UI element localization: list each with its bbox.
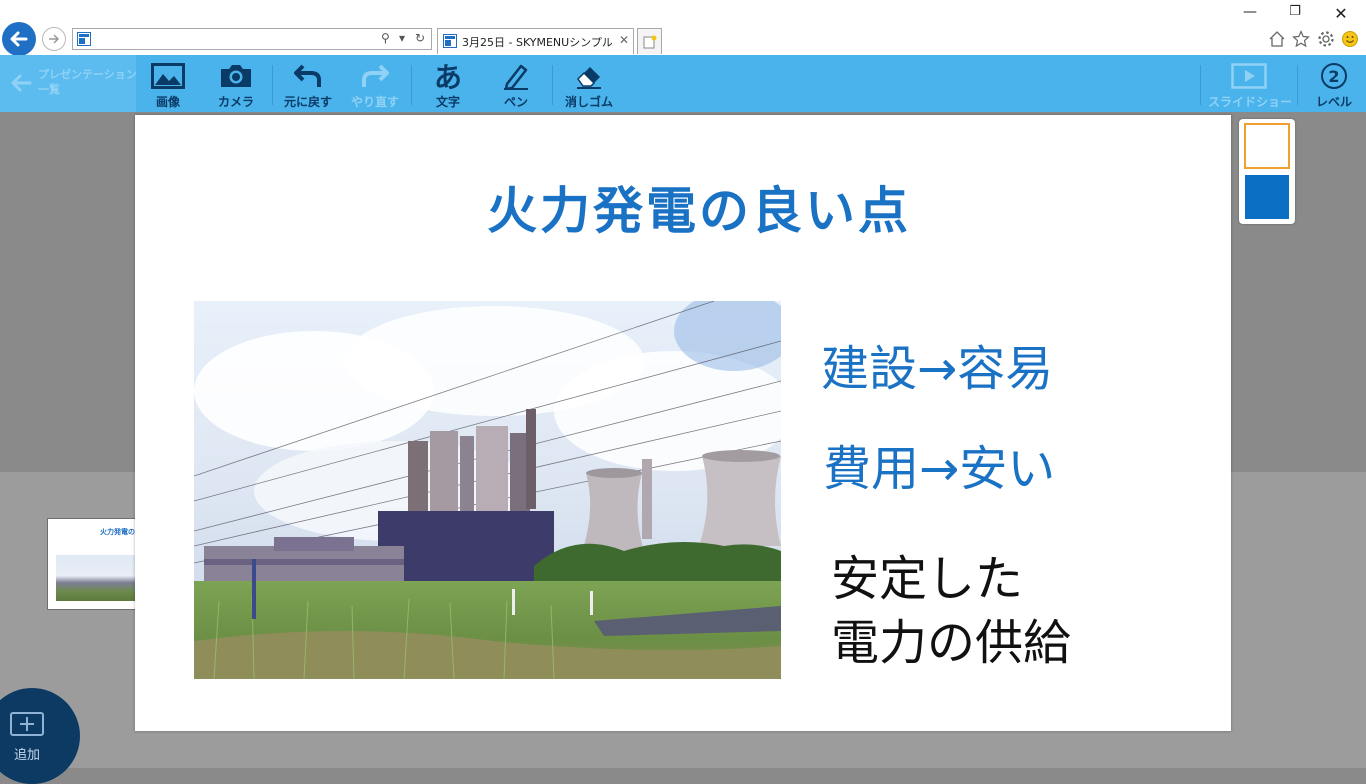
browser-chrome: ⚲ ▾ ↻ 3月25日 - SKYMENUシンプル... ✕ — ❐ ✕ <box>0 0 1366 56</box>
undo-button[interactable]: 元に戻す <box>280 55 336 112</box>
level-button[interactable]: 2 レベル <box>1305 55 1363 112</box>
image-icon <box>151 63 185 89</box>
slide-title[interactable]: 火力発電の良い点 <box>135 171 1263 243</box>
point-cost[interactable]: 費用→安い <box>823 429 1055 499</box>
color-swatch-blue[interactable] <box>1245 175 1289 219</box>
text-icon: あ <box>433 61 462 94</box>
tab-close-icon[interactable]: ✕ <box>619 33 629 47</box>
eraser-label: 消しゴム <box>564 95 613 109</box>
new-tab-button[interactable] <box>637 28 662 54</box>
search-icon[interactable]: ⚲ <box>381 31 390 45</box>
pen-button[interactable]: ペン <box>488 55 544 112</box>
toolbar-divider <box>411 65 412 105</box>
app-toolbar: プレゼンテーション 一覧 画像 カメラ 元に戻す やり直す あ 文字 ペン 消し… <box>0 55 1366 112</box>
presentation-list-button[interactable]: プレゼンテーション 一覧 <box>0 55 137 112</box>
forward-arrow-icon <box>49 34 60 44</box>
slide-thumbnail-1[interactable]: 火力発電の <box>47 518 147 610</box>
camera-button[interactable]: カメラ <box>207 55 265 112</box>
tab-title: 3月25日 - SKYMENUシンプル... <box>462 36 612 49</box>
power-plant-image <box>194 301 781 679</box>
undo-label: 元に戻す <box>283 95 332 109</box>
pen-icon <box>504 64 528 90</box>
text-button[interactable]: あ 文字 <box>420 55 476 112</box>
eraser-button[interactable]: 消しゴム <box>560 55 618 112</box>
settings-gear-icon[interactable] <box>1316 29 1336 49</box>
slideshow-play-icon <box>1231 63 1267 89</box>
toolbar-divider <box>552 65 553 105</box>
slideshow-button[interactable]: スライドショー <box>1208 55 1293 112</box>
toolbar-divider <box>272 65 273 105</box>
presentation-list-label: プレゼンテーション 一覧 <box>38 68 137 96</box>
toolbar-divider <box>1297 65 1298 105</box>
camera-icon <box>221 65 251 87</box>
color-palette <box>1239 119 1295 224</box>
image-label: 画像 <box>155 95 180 109</box>
redo-label: やり直す <box>350 95 399 109</box>
thumbnail-title: 火力発電の <box>100 528 135 536</box>
back-arrow-icon <box>10 31 28 47</box>
point-stable-supply[interactable]: 安定した 電力の供給 <box>831 547 1071 675</box>
toolbar-divider <box>1200 65 1201 105</box>
add-icon <box>10 712 44 736</box>
redo-icon <box>362 64 389 87</box>
level-label: レベル <box>1315 95 1352 109</box>
redo-button[interactable]: やり直す <box>347 55 403 112</box>
pen-label: ペン <box>503 95 528 109</box>
refresh-icon[interactable]: ↻ <box>415 31 425 45</box>
slide-canvas[interactable]: 火力発電の良い点 建設→容易 費用→安い 安定した 電力の供給 <box>135 115 1231 731</box>
image-button[interactable]: 画像 <box>140 55 196 112</box>
address-bar[interactable]: ⚲ ▾ ↻ <box>72 28 432 50</box>
browser-tab-active[interactable]: 3月25日 - SKYMENUシンプル... ✕ <box>437 28 634 54</box>
close-icon[interactable]: ✕ <box>1331 4 1351 23</box>
thermal-power-plant-photo[interactable] <box>194 301 781 679</box>
slideshow-label: スライドショー <box>1208 95 1293 109</box>
browser-back-button[interactable] <box>2 22 36 56</box>
undo-icon <box>294 64 321 87</box>
home-icon[interactable] <box>1267 29 1287 49</box>
point-construction[interactable]: 建設→容易 <box>821 329 1053 399</box>
tab-favicon-icon <box>443 34 457 48</box>
back-arrow-icon <box>11 74 32 92</box>
restore-icon[interactable]: ❐ <box>1285 4 1305 19</box>
level-number-icon: 2 <box>1321 63 1347 89</box>
page-favicon-icon <box>77 32 91 46</box>
camera-label: カメラ <box>217 95 254 109</box>
text-label: 文字 <box>435 95 460 109</box>
minimize-icon[interactable]: — <box>1240 4 1260 20</box>
smiley-feedback-icon[interactable] <box>1340 29 1360 49</box>
add-label: 追加 <box>14 748 41 763</box>
thumbnail-image <box>56 555 136 601</box>
dropdown-icon[interactable]: ▾ <box>399 31 405 45</box>
color-swatch-white[interactable] <box>1244 123 1290 169</box>
new-tab-icon <box>643 35 656 48</box>
browser-forward-button[interactable] <box>42 27 66 51</box>
eraser-icon <box>577 67 601 89</box>
favorites-star-icon[interactable] <box>1291 29 1311 49</box>
